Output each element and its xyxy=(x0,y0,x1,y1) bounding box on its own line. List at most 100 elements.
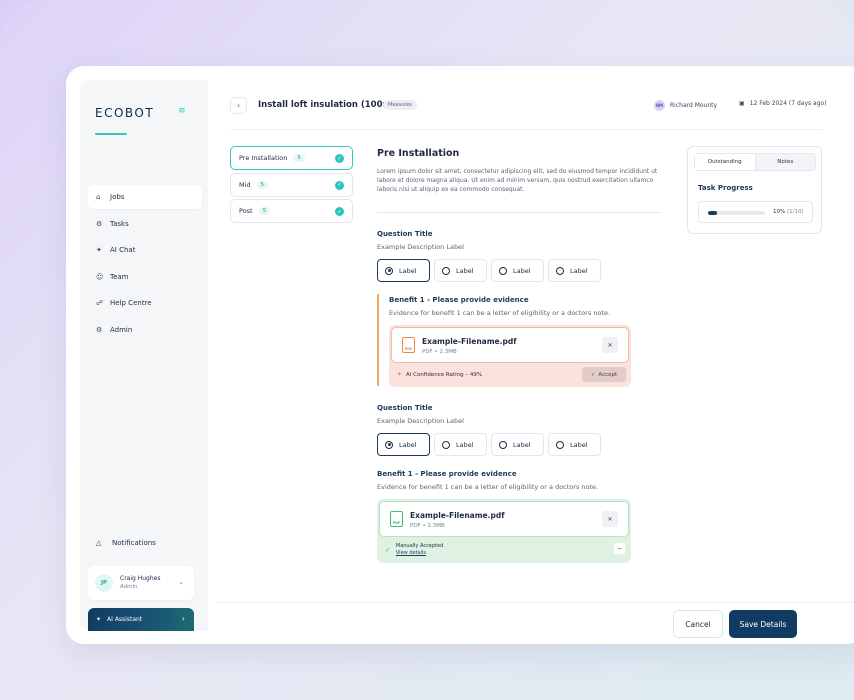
stage-label: Pre Installation xyxy=(239,154,288,162)
check-icon: ✓ xyxy=(335,207,344,216)
evidence-description: Evidence for benefit 1 can be a letter o… xyxy=(389,309,611,317)
calendar-icon: ▣ xyxy=(739,100,745,107)
close-icon: ✕ xyxy=(607,341,613,349)
check-icon: ✓ xyxy=(335,154,344,163)
stage-mid[interactable]: Mid 5 ✓ xyxy=(230,172,353,197)
minus-icon: − xyxy=(616,545,623,552)
manual-accepted-status: ✓ Manually Accepted View details xyxy=(385,543,443,557)
evidence-warning-bar xyxy=(377,294,379,386)
stage-label: Mid xyxy=(239,180,251,189)
ai-assistant-label: AI Assistant xyxy=(107,616,143,623)
progress-fill xyxy=(708,211,717,215)
category-badge: Measures xyxy=(383,100,417,110)
avatar: JP xyxy=(95,574,113,592)
progress-percent: 10% xyxy=(773,209,786,215)
chevron-down-icon: ⌄ xyxy=(178,578,184,586)
gear-icon: ⚙ xyxy=(96,325,103,334)
cancel-button[interactable]: Cancel xyxy=(673,610,723,638)
footer-divider xyxy=(216,602,854,603)
sidebar-item-label: Tasks xyxy=(110,219,129,228)
view-details-link[interactable]: View details xyxy=(396,550,426,556)
sidebar-item-label: AI Chat xyxy=(110,246,136,254)
tab-notes[interactable]: Notes xyxy=(755,154,815,170)
check-circle-icon: ✓ xyxy=(385,545,391,554)
file-item[interactable]: PDF Example-Filename.pdf PDF • 2.3MB ✕ xyxy=(391,327,629,363)
date-text: 12 Feb 2024 (7 days ago) xyxy=(749,100,827,107)
evidence-title: Benefit 1 - Please provide evidence xyxy=(389,296,529,304)
sidebar-item-admin[interactable]: ⚙ Admin xyxy=(88,318,202,342)
sidebar-item-help-centre[interactable]: ☍ Help Centre xyxy=(88,291,202,315)
radio-icon xyxy=(499,440,507,449)
accept-button[interactable]: ✓ Accept xyxy=(582,367,626,382)
radio-option[interactable]: Label xyxy=(434,259,487,282)
radio-option[interactable]: Label xyxy=(491,259,544,282)
file-card: PDF Example-Filename.pdf PDF • 2.3MB ✕ ✓… xyxy=(377,499,631,563)
radio-option[interactable]: Label xyxy=(548,259,601,282)
option-label: Label xyxy=(399,266,417,275)
file-item[interactable]: PDF Example-Filename.pdf PDF • 2.3MB ✕ xyxy=(379,501,629,537)
file-card: PDF Example-Filename.pdf PDF • 2.3MB ✕ ✦… xyxy=(389,325,631,387)
file-name: Example-Filename.pdf xyxy=(410,511,505,520)
remove-file-button[interactable]: ✕ xyxy=(602,337,618,353)
stage-post[interactable]: Post 5 ✓ xyxy=(230,199,353,223)
sidebar-item-tasks[interactable]: ⚙ Tasks xyxy=(88,212,202,236)
radio-icon xyxy=(385,266,393,275)
user-menu[interactable]: JP Craig Hughes Admin ⌄ xyxy=(88,566,194,600)
section-title: Pre Installation xyxy=(377,148,460,159)
help-icon: ☍ xyxy=(96,299,104,307)
menu-icon[interactable]: ≡ xyxy=(178,106,188,116)
radio-option[interactable]: Label xyxy=(548,433,601,456)
radio-option[interactable]: Label xyxy=(377,433,430,456)
confidence-text: AI Confidence Rating – 49% xyxy=(406,371,483,378)
back-button[interactable]: ‹ xyxy=(230,97,247,114)
radio-option[interactable]: Label xyxy=(491,433,544,456)
question-title: Question Title xyxy=(377,230,433,238)
check-circle-icon: ✓ xyxy=(590,371,596,378)
stage-pre-installation[interactable]: Pre Installation 5 ✓ xyxy=(230,146,353,170)
author: RM Richard Mounty xyxy=(654,100,717,111)
sparkle-icon: ✦ xyxy=(96,246,102,254)
radio-icon xyxy=(442,266,450,275)
collapse-button[interactable]: − xyxy=(614,543,625,554)
stage-count: 5 xyxy=(293,154,305,162)
sidebar-item-jobs[interactable]: ⌂ Jobs xyxy=(88,185,202,209)
check-icon: ✓ xyxy=(335,180,344,190)
radio-icon xyxy=(442,440,450,449)
notifications-link[interactable]: △ Notifications xyxy=(96,539,156,547)
remove-file-button[interactable]: ✕ xyxy=(602,511,618,527)
question-options: Label Label Label Label xyxy=(377,433,605,456)
sidebar-item-label: Team xyxy=(110,272,129,281)
tab-outstanding[interactable]: Outstanding xyxy=(695,154,756,170)
radio-icon xyxy=(556,440,564,449)
progress-bar xyxy=(708,211,765,215)
radio-icon xyxy=(385,440,393,449)
logo: ECOBOT xyxy=(95,106,155,120)
stage-count: 5 xyxy=(256,180,269,189)
question-description: Example Description Label xyxy=(377,243,464,251)
file-meta: PDF • 2.3MB xyxy=(422,349,457,355)
option-label: Label xyxy=(456,266,474,275)
sidebar-item-ai-chat[interactable]: ✦ AI Chat xyxy=(88,238,202,262)
logo-underline xyxy=(95,133,127,135)
accept-label: Accept xyxy=(598,371,618,378)
task-panel: Outstanding Notes Task Progress 10% (1/1… xyxy=(687,146,822,234)
option-label: Label xyxy=(570,440,588,449)
author-name: Richard Mounty xyxy=(670,102,718,109)
option-label: Label xyxy=(513,266,531,275)
main-content: ‹ Install loft insulation (100mm) Measur… xyxy=(216,80,854,644)
panel-tabs: Outstanding Notes xyxy=(694,153,816,171)
radio-option[interactable]: Label xyxy=(434,433,487,456)
ai-assistant-button[interactable]: ✦ AI Assistant › xyxy=(88,608,194,631)
user-role: Admin xyxy=(120,584,138,590)
progress-text: 10% (1/10) xyxy=(773,209,804,215)
sidebar-item-label: Admin xyxy=(110,325,133,334)
evidence-description: Evidence for benefit 1 can be a letter o… xyxy=(377,483,599,491)
option-label: Label xyxy=(399,440,417,449)
radio-icon xyxy=(556,266,564,275)
radio-option[interactable]: Label xyxy=(377,259,430,282)
sidebar-item-team[interactable]: ☺ Team xyxy=(88,265,202,289)
task-progress-label: Task Progress xyxy=(698,184,753,192)
sparkle-icon: ✦ xyxy=(96,616,102,623)
radio-icon xyxy=(499,266,507,275)
save-button[interactable]: Save Details xyxy=(729,610,797,638)
